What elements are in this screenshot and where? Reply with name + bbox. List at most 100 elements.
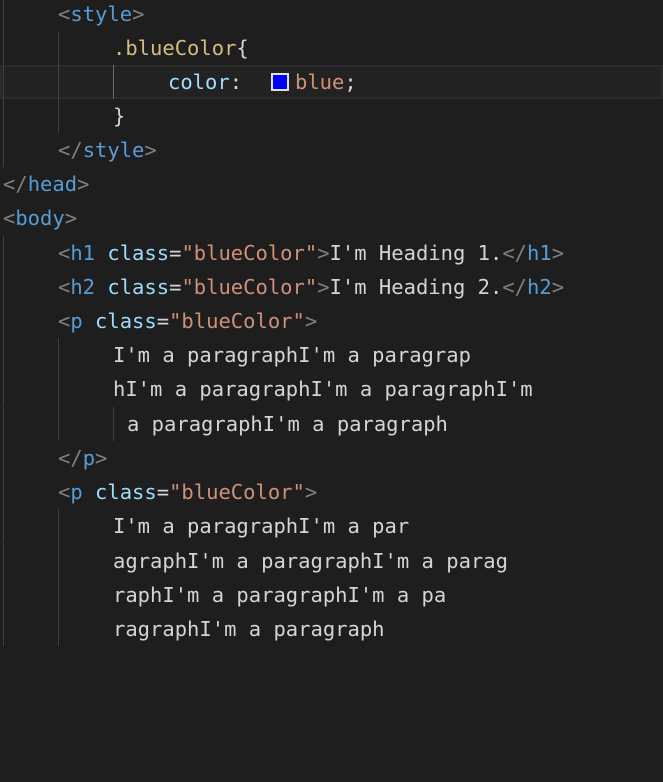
code-token: </ bbox=[58, 446, 83, 470]
code-line[interactable]: <body> bbox=[0, 201, 663, 235]
wrap-indicator bbox=[113, 407, 114, 441]
line-content: color: bbox=[168, 65, 242, 99]
code-token: > bbox=[317, 241, 330, 265]
color-swatch-icon[interactable] bbox=[271, 73, 289, 91]
indent-guide bbox=[3, 612, 4, 646]
code-token: < bbox=[58, 480, 71, 504]
indent-guide bbox=[58, 99, 59, 133]
code-token: </ bbox=[502, 275, 528, 299]
code-token: < bbox=[58, 309, 71, 333]
punct: > bbox=[144, 138, 157, 162]
code-line[interactable]: a paragraphI'm a paragraph bbox=[0, 407, 663, 441]
punct: > bbox=[77, 172, 90, 196]
tag-name: body bbox=[15, 206, 65, 230]
indent-guide bbox=[3, 441, 4, 475]
indent-guide bbox=[3, 578, 4, 612]
code-token: class bbox=[107, 241, 170, 265]
code-line[interactable]: ragraphI'm a paragraph bbox=[0, 612, 663, 646]
code-line[interactable]: } bbox=[0, 99, 663, 133]
code-line[interactable]: .blueColor{ bbox=[0, 31, 663, 65]
punct: < bbox=[3, 206, 16, 230]
css-value: blue bbox=[295, 70, 345, 94]
code-token: p bbox=[70, 480, 83, 504]
text-content: raphI'm a paragraphI'm a pa bbox=[113, 583, 447, 607]
text-content: ragraphI'm a paragraph bbox=[113, 617, 385, 641]
indent-guide bbox=[3, 236, 4, 270]
code-token: I'm Heading 2. bbox=[329, 275, 503, 299]
code-token: "blueColor" bbox=[169, 309, 305, 333]
indent-guide bbox=[3, 99, 4, 133]
indent-guide bbox=[3, 475, 4, 509]
punct: </ bbox=[58, 138, 83, 162]
indent-guide bbox=[58, 338, 59, 372]
code-line[interactable]: agraphI'm a paragraphI'm a parag bbox=[0, 544, 663, 578]
indent-guide bbox=[3, 0, 4, 31]
indent-guide bbox=[3, 31, 4, 65]
line-content: } bbox=[113, 99, 125, 133]
code-line[interactable]: </p> bbox=[0, 441, 663, 475]
code-token: > bbox=[95, 446, 108, 470]
code-token: "blueColor" bbox=[169, 480, 305, 504]
tag-name: style bbox=[82, 138, 145, 162]
code-editor[interactable]: <style> .blueColor{ color: blue; } </sty… bbox=[0, 0, 663, 647]
punct: { bbox=[236, 36, 249, 60]
text-content: agraphI'm a paragraphI'm a parag bbox=[113, 549, 508, 573]
line-content: </p> bbox=[58, 441, 107, 475]
code-token: = bbox=[156, 309, 170, 333]
line-content: <body> bbox=[3, 201, 77, 235]
line-content: <style> bbox=[58, 0, 144, 31]
code-token: < bbox=[58, 275, 71, 299]
line-content: <h2 class="blueColor">I'm Heading 2.</h2… bbox=[58, 270, 564, 304]
code-line[interactable]: hI'm a paragraphI'm a paragraphI'm bbox=[0, 372, 663, 406]
punct: < bbox=[58, 2, 71, 26]
code-token: = bbox=[169, 241, 182, 265]
punct: > bbox=[132, 2, 145, 26]
text-content: I'm a paragraphI'm a par bbox=[113, 514, 410, 538]
code-line[interactable]: <p class="blueColor"> bbox=[0, 304, 663, 338]
line-content: blue; bbox=[271, 65, 357, 99]
code-line[interactable]: I'm a paragraphI'm a par bbox=[0, 509, 663, 543]
indent-guide bbox=[3, 509, 4, 543]
line-content: <p class="blueColor"> bbox=[58, 304, 317, 338]
code-token: class bbox=[107, 275, 170, 299]
code-line[interactable]: <p class="blueColor"> bbox=[0, 475, 663, 509]
code-token: > bbox=[551, 241, 565, 265]
indent-guide bbox=[58, 509, 59, 543]
code-token: > bbox=[304, 309, 318, 333]
punct: </ bbox=[3, 172, 28, 196]
code-token: p bbox=[70, 309, 83, 333]
css-property: color bbox=[168, 70, 230, 94]
text-content: I'm a paragraphI'm a paragrap bbox=[113, 343, 471, 367]
code-token: h1 bbox=[70, 241, 96, 265]
line-content: .blueColor{ bbox=[113, 31, 249, 65]
code-token: h2 bbox=[70, 275, 96, 299]
punct: > bbox=[64, 206, 78, 230]
code-line[interactable]: <h2 class="blueColor">I'm Heading 2.</h2… bbox=[0, 270, 663, 304]
code-line[interactable]: <style> bbox=[0, 0, 663, 31]
code-token: h1 bbox=[527, 241, 552, 265]
indent-guide bbox=[3, 372, 4, 406]
indent-guide bbox=[3, 544, 4, 578]
indent-guide bbox=[3, 304, 4, 338]
code-token: > bbox=[551, 275, 565, 299]
indent-guide bbox=[3, 407, 4, 441]
tag-name: style bbox=[70, 2, 133, 26]
indent-guide bbox=[3, 270, 4, 304]
code-line[interactable]: <h1 class="blueColor">I'm Heading 1.</h1… bbox=[0, 236, 663, 270]
code-token: = bbox=[156, 480, 170, 504]
code-token: = bbox=[169, 275, 182, 299]
code-token: < bbox=[58, 241, 71, 265]
code-line[interactable]: raphI'm a paragraphI'm a pa bbox=[0, 578, 663, 612]
code-line[interactable]: I'm a paragraphI'm a paragrap bbox=[0, 338, 663, 372]
code-token: p bbox=[82, 446, 96, 470]
code-token: > bbox=[304, 480, 318, 504]
indent-guide bbox=[58, 612, 59, 646]
line-content: <h1 class="blueColor">I'm Heading 1.</h1… bbox=[58, 236, 564, 270]
line-content: </head> bbox=[3, 167, 89, 201]
code-line[interactable]: </style> bbox=[0, 133, 663, 167]
code-line-current[interactable]: color: blue; bbox=[0, 65, 663, 99]
code-line[interactable]: </head> bbox=[0, 167, 663, 201]
line-content: </style> bbox=[58, 133, 157, 167]
code-token: class bbox=[95, 309, 157, 333]
indent-guide bbox=[3, 133, 4, 167]
